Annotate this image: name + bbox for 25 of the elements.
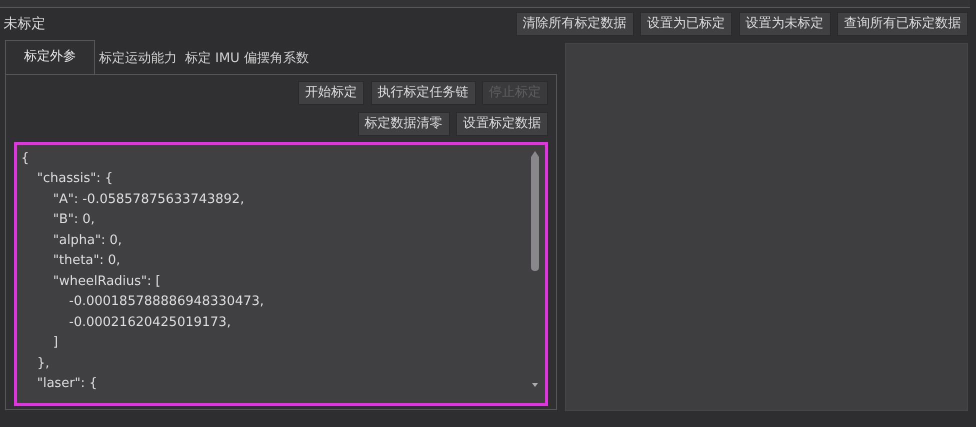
tab[interactable]: 标定 IMU 偏摆角系数 (181, 44, 313, 74)
code-line: "wheelRadius": [ (53, 274, 161, 288)
action-button[interactable]: 查询所有已标定数据 (837, 12, 968, 36)
code-line: "theta": 0, (53, 253, 120, 268)
code-line: { (21, 150, 30, 166)
status-label: 未标定 (3, 14, 46, 34)
action-button[interactable]: 设置为已标定 (640, 12, 732, 36)
action-button[interactable]: 执行标定任务链 (370, 81, 476, 105)
code-line: "alpha": 0, (53, 232, 122, 248)
code-line: ] (53, 335, 58, 350)
code-line: -0.00021620425019173, (69, 314, 231, 330)
tab[interactable]: 标定外参 (5, 40, 95, 74)
tab[interactable]: 标定运动能力 (95, 44, 181, 74)
action-button[interactable]: 标定数据清零 (358, 112, 450, 136)
code-line: "B": 0, (53, 212, 95, 227)
json-editor[interactable]: { "chassis": { "A": -0.05857875633743892, "B": 0, "alpha": 0, "theta": 0, "wheelRadius": [ -0.000185788886948330473, -0.00021620425019173, ] }, "laser": { (14, 142, 548, 406)
code-line: "chassis": { (37, 171, 114, 186)
action-button[interactable]: 设置标定数据 (456, 112, 548, 136)
code-line: -0.000185788886948330473, (69, 294, 264, 309)
action-button[interactable]: 设置为未标定 (738, 12, 830, 36)
action-button[interactable]: 清除所有标定数据 (516, 12, 634, 36)
code-line: "laser": { (37, 376, 98, 391)
code-line: "A": -0.05857875633743892, (53, 192, 244, 206)
action-button[interactable]: 开始标定 (298, 81, 364, 105)
code-line: }, (37, 356, 50, 370)
